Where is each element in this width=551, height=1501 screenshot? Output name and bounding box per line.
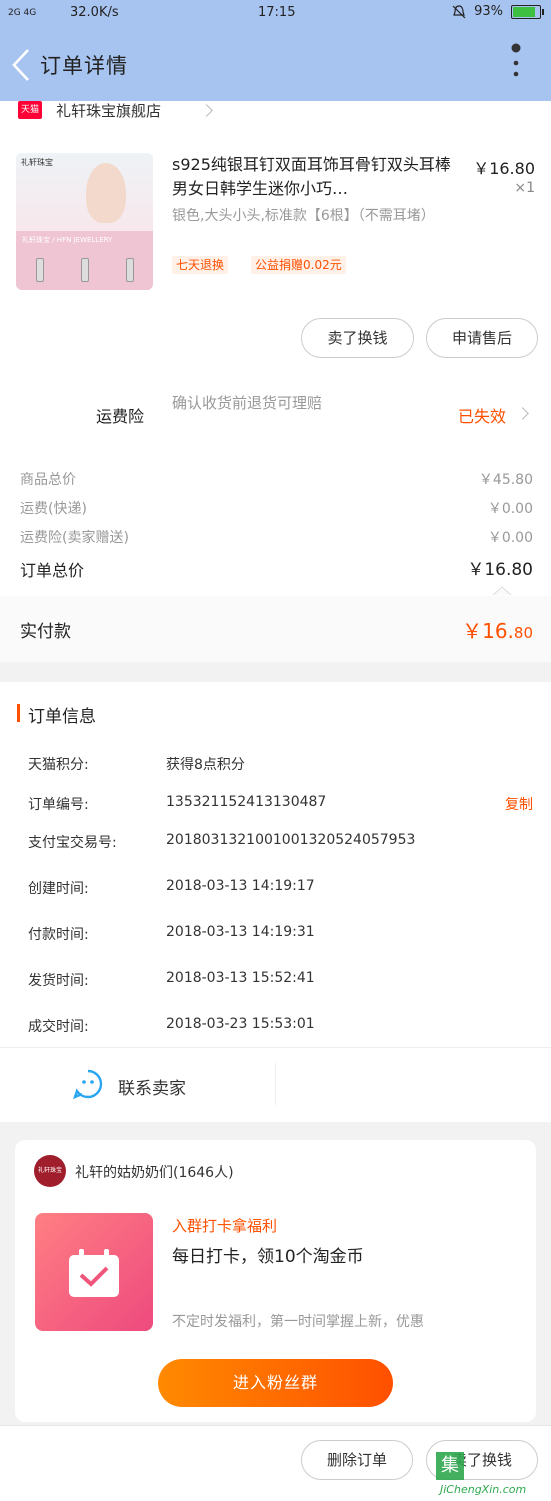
cost-value: ￥45.80 [478,472,533,488]
cost-value: ￥0.00 [487,501,533,517]
paid-cents: 80 [513,624,533,642]
copy-button[interactable]: 复制 [505,794,533,814]
join-group-button[interactable]: 进入粉丝群 [158,1359,393,1407]
battery-icon [511,4,544,19]
insurance-status: 已失效 [458,407,507,426]
order-number: 135321152413130487 [166,794,327,810]
tmall-logo: 天猫 [18,101,42,119]
product-image[interactable]: 礼轩珠宝 礼轩珠宝 / HFN JEWELLERY [16,153,153,290]
chat-face-icon [73,1069,103,1099]
watermark-text: JiChengXin.com [440,1483,527,1496]
after-sale-button[interactable]: 申请售后 [426,318,538,358]
calendar-check-icon [69,1249,119,1297]
group-avatar: 礼轩珠宝 [34,1155,66,1187]
cost-label: 运费险(卖家赠送) [20,530,129,546]
network-speed: 32.0K/s [70,5,119,20]
product-title[interactable]: s925纯银耳钉双面耳饰耳骨钉双头耳棒男女日韩学生迷你小巧… [172,153,452,201]
promo-title: 入群打卡拿福利 [172,1217,278,1235]
order-total-value: ￥16.80 [467,560,533,580]
group-name: 礼轩的姑奶奶们(1646人) [75,1165,234,1181]
divider [275,1063,276,1105]
back-arrow-icon[interactable] [10,48,34,82]
product-sku: 银色,大头小头,标准款【6根】（不需耳堵） [172,208,435,224]
image-caption: 礼轩珠宝 / HFN JEWELLERY [22,236,113,244]
product-price: ￥16.80 [473,159,535,178]
section-accent-bar [17,704,20,722]
info-label: 支付宝交易号: [28,835,117,851]
mute-bell-icon [452,4,466,18]
status-bar: 2G 4G 32.0K/s 17:15 93% [0,0,551,28]
tag-charity: 公益捐赠0.02元 [251,256,346,274]
page-title: 订单详情 [40,54,128,78]
battery-percent: 93% [474,4,503,19]
info-label: 发货时间: [28,973,89,989]
cost-value: ￥0.00 [487,530,533,546]
watermark-logo: 集 [436,1452,464,1480]
shop-name[interactable]: 礼轩珠宝旗舰店 [56,100,161,121]
paid-label: 实付款 [20,622,71,642]
paid-main: ￥16. [462,619,514,643]
image-brand-label: 礼轩珠宝 [21,158,53,167]
info-label: 订单编号: [28,797,89,813]
info-value: 2018-03-13 14:19:17 [166,878,315,894]
promo-sub: 不定时发福利，第一时间掌握上新，优惠 [172,1314,424,1330]
more-menu-icon[interactable] [509,42,523,82]
info-value: 2018-03-13 14:19:31 [166,924,315,940]
delete-order-button[interactable]: 删除订单 [301,1440,413,1480]
info-value: 2018-03-13 15:52:41 [166,970,315,986]
contact-seller-label: 联系卖家 [118,1079,186,1099]
signal-indicator: 2G 4G [8,8,37,18]
info-value: 2018031321001001320524057953 [166,832,416,848]
caret-up-icon [492,586,512,596]
status-right: 93% [452,4,544,19]
tag-seven-day-return: 七天退换 [172,256,229,274]
order-info-title: 订单信息 [28,707,96,727]
info-label: 成交时间: [28,1019,89,1035]
info-value: 获得8点积分 [166,757,245,773]
info-value: 2018-03-23 15:53:01 [166,1016,315,1032]
order-total-label: 订单总价 [20,561,85,580]
sell-button[interactable]: 卖了换钱 [301,318,414,358]
nav-bar: 订单详情 [0,28,551,101]
info-label: 创建时间: [28,881,89,897]
checkin-image [35,1213,153,1331]
info-label: 天猫积分: [28,757,89,773]
info-label: 付款时间: [28,927,89,943]
promo-main: 每日打卡，领10个淘金币 [172,1247,364,1267]
clock: 17:15 [258,5,296,20]
insurance-label: 运费险 [96,407,145,426]
product-quantity: ×1 [514,180,535,196]
cost-label: 商品总价 [20,472,76,488]
paid-amount: ￥16.80 [462,615,533,644]
insurance-desc: 确认收货前退货可理赔 [172,394,323,412]
cost-label: 运费(快递) [20,501,87,517]
